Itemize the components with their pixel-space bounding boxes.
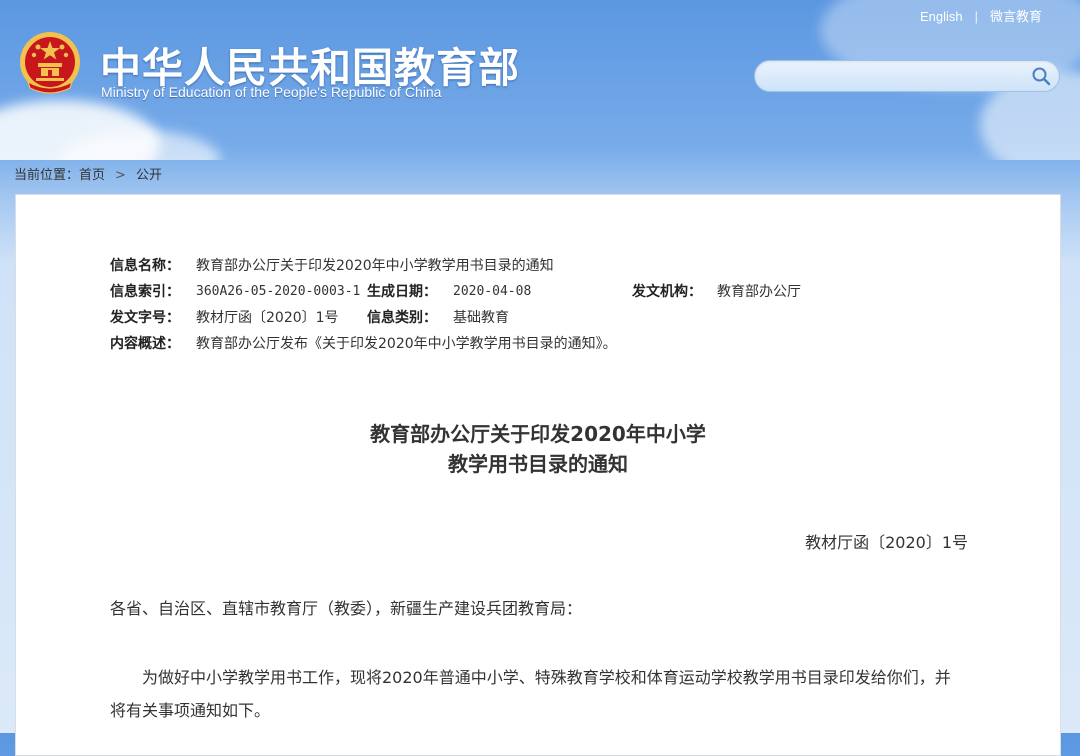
content-panel: 信息名称： 教育部办公厅关于印发2020年中小学教学用书目录的通知 信息索引： … xyxy=(15,194,1061,756)
info-name-value: 教育部办公厅关于印发2020年中小学教学用书目录的通知 xyxy=(196,258,554,274)
search-icon[interactable] xyxy=(1031,66,1051,86)
english-link[interactable]: English xyxy=(920,9,963,24)
breadcrumb-current-link[interactable]: 公开 xyxy=(136,168,162,183)
document-salutation: 各省、自治区、直辖市教育厅（教委），新疆生产建设兵团教育局： xyxy=(110,599,583,618)
info-category-label: 信息类别： xyxy=(367,310,437,326)
info-category-value: 基础教育 xyxy=(453,310,509,326)
info-index-value: 360A26-05-2020-0003-1 xyxy=(196,284,361,299)
info-docno-label: 发文字号： xyxy=(110,310,180,326)
document-number: 教材厅函〔2020〕1号 xyxy=(805,533,968,552)
info-docno-value: 教材厅函〔2020〕1号 xyxy=(196,310,339,326)
national-emblem-icon xyxy=(20,32,80,94)
top-links: English | 微言教育 xyxy=(920,6,1042,25)
document-title-line1: 教育部办公厅关于印发2020年中小学 xyxy=(370,422,706,446)
document-title-line2: 教学用书目录的通知 xyxy=(448,452,628,476)
info-name-label: 信息名称： xyxy=(110,258,180,274)
weibo-link[interactable]: 微言教育 xyxy=(990,9,1042,24)
info-date-label: 生成日期： xyxy=(367,284,437,300)
link-separator: | xyxy=(974,9,978,24)
breadcrumb-arrow-icon: > xyxy=(115,168,126,183)
document-paragraph: 为做好中小学教学用书工作，现将2020年普通中小学、特殊教育学校和体育运动学校教… xyxy=(110,668,951,720)
info-org-label: 发文机构： xyxy=(632,284,702,300)
breadcrumb-prefix: 当前位置： xyxy=(14,168,80,183)
info-index-label: 信息索引： xyxy=(110,284,180,300)
info-summary-label: 内容概述： xyxy=(110,336,180,352)
breadcrumb: 当前位置：首页 > 公开 xyxy=(14,164,162,183)
site-header: 中华人民共和国教育部 Ministry of Education of the … xyxy=(0,0,1080,160)
document-title: 教育部办公厅关于印发2020年中小学 教学用书目录的通知 xyxy=(16,419,1060,479)
info-summary-value: 教育部办公厅发布《关于印发2020年中小学教学用书目录的通知》。 xyxy=(196,336,617,352)
search-box xyxy=(754,60,1060,92)
info-date-value: 2020-04-08 xyxy=(453,284,532,299)
site-title-en[interactable]: Ministry of Education of the People's Re… xyxy=(101,84,441,100)
info-org-value: 教育部办公厅 xyxy=(717,284,801,300)
breadcrumb-home-link[interactable]: 首页 xyxy=(79,168,105,183)
search-input[interactable] xyxy=(767,65,1026,89)
